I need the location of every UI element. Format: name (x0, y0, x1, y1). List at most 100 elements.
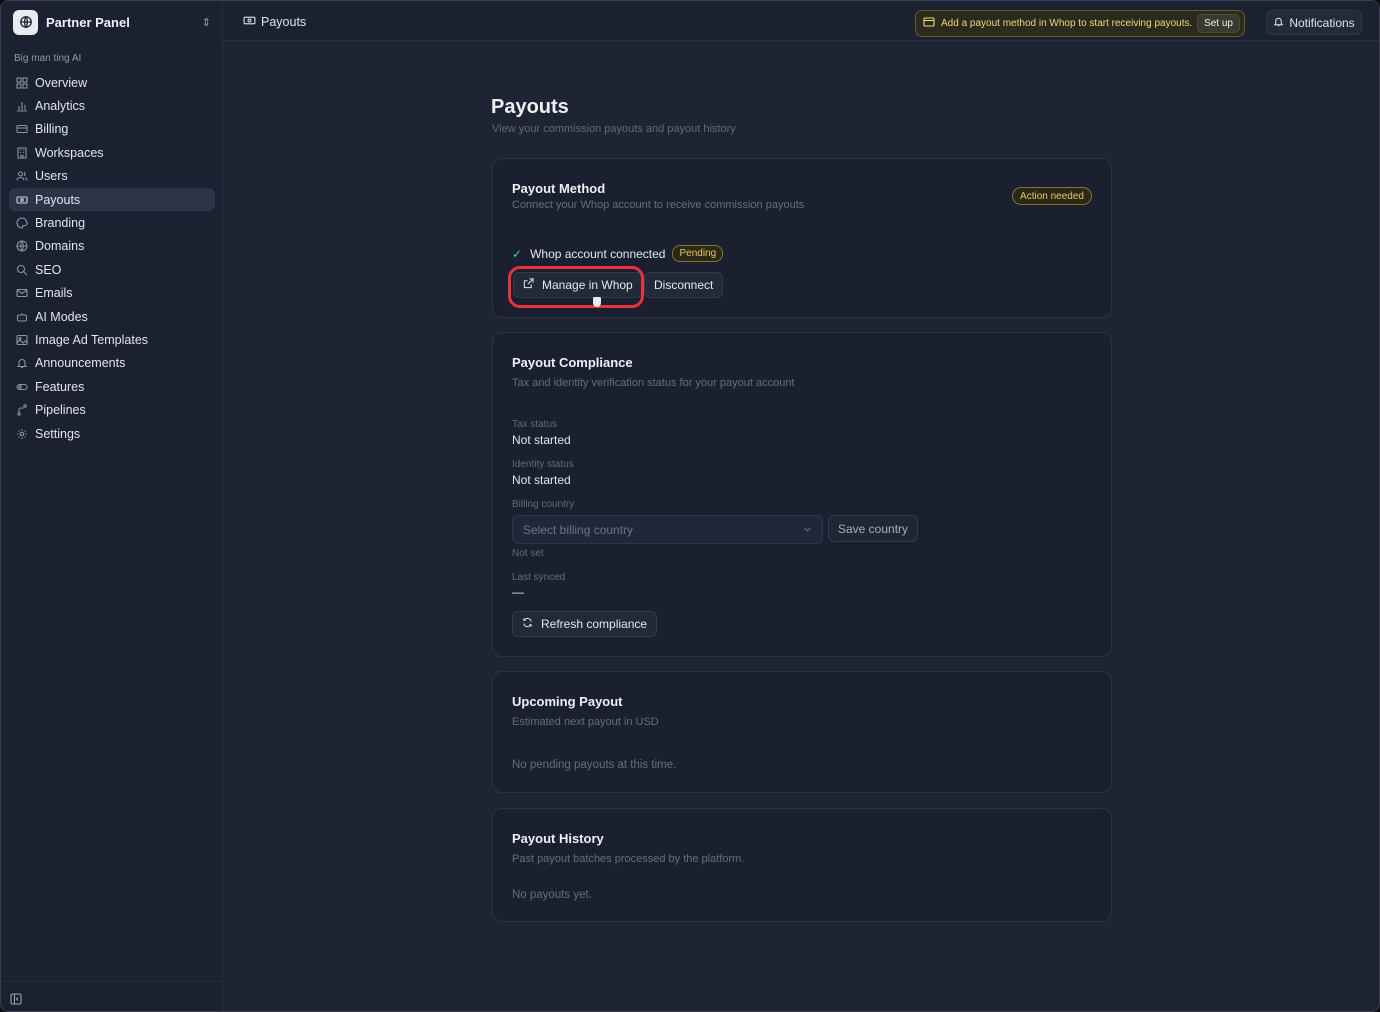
app-name: Partner Panel (46, 14, 130, 30)
sidebar-item-seo[interactable]: SEO (9, 258, 215, 281)
identity-status-label: Identity status (512, 459, 574, 470)
sidebar-item-label: Analytics (35, 99, 86, 114)
sidebar-item-label: Payouts (35, 192, 81, 207)
bell-icon (1273, 16, 1289, 30)
sidebar-item-label: Features (35, 379, 85, 394)
sidebar-nav: Overview Analytics Billing Workspaces Us… (9, 71, 215, 445)
empty-state-text: No pending payouts at this time. (512, 759, 677, 771)
sidebar-item-branding[interactable]: Branding (9, 211, 215, 234)
sidebar-group-label: Big man ting AI (14, 53, 82, 64)
sidebar-item-label: Announcements (35, 356, 126, 371)
sidebar-item-announcements[interactable]: Announcements (9, 352, 215, 375)
notifications-label: Notifications (1289, 15, 1355, 30)
breadcrumb-label: Payouts (261, 15, 307, 29)
panel-collapse-icon[interactable] (10, 993, 22, 1008)
sidebar-item-payouts[interactable]: Payouts (9, 187, 215, 212)
sidebar-item-label: SEO (35, 262, 62, 277)
last-synced-value: — (512, 585, 524, 599)
billing-country-placeholder: Select billing country (523, 522, 634, 537)
identity-status-value: Not started (512, 473, 571, 487)
connection-status-text: Whop account connected (530, 246, 666, 261)
pipeline-icon (15, 403, 29, 417)
payout-compliance-card: Payout Compliance Tax and identity verif… (492, 332, 1112, 657)
chevrons-up-down-icon: ⇕ (201, 16, 211, 29)
refresh-compliance-label: Refresh compliance (541, 617, 648, 631)
image-icon (15, 333, 29, 347)
sidebar-item-label: Domains (35, 239, 85, 254)
payout-history-card: Payout History Past payout batches proce… (492, 808, 1112, 922)
top-bar: Payouts Add a payout method in Whop to s… (223, 1, 1379, 41)
save-country-label: Save country (838, 521, 909, 536)
sidebar: Partner Panel ⇕ Big man ting AI Overview… (1, 1, 223, 1011)
sidebar-item-pipelines[interactable]: Pipelines (9, 398, 215, 421)
app-window: Partner Panel ⇕ Big man ting AI Overview… (0, 0, 1380, 1012)
sidebar-item-label: Emails (35, 286, 73, 301)
setup-button[interactable]: Set up (1197, 14, 1240, 33)
empty-state-text: No payouts yet. (512, 889, 592, 901)
bot-icon (15, 310, 29, 324)
billing-country-select[interactable]: Select billing country (512, 515, 823, 544)
mail-icon (15, 286, 29, 300)
pending-badge: Pending (672, 245, 724, 262)
sidebar-item-label: AI Modes (35, 309, 88, 324)
tax-status-label: Tax status (512, 419, 558, 430)
card-title: Payout Compliance (512, 355, 633, 370)
users-icon (15, 169, 29, 183)
sidebar-item-image-ad-templates[interactable]: Image Ad Templates (9, 328, 215, 351)
breadcrumb: Payouts (243, 14, 306, 30)
globe-icon (15, 239, 29, 253)
card-subtitle: Estimated next payout in USD (512, 716, 659, 728)
sidebar-item-label: Workspaces (35, 145, 104, 160)
disconnect-label: Disconnect (654, 278, 714, 292)
upcoming-payout-card: Upcoming Payout Estimated next payout in… (492, 671, 1112, 793)
payout-method-card: Payout Method Connect your Whop account … (492, 158, 1112, 318)
sidebar-item-label: Overview (35, 75, 88, 90)
card-subtitle: Tax and identity verification status for… (512, 377, 795, 389)
sidebar-item-label: Settings (35, 426, 81, 441)
mouse-cursor (593, 297, 601, 307)
notifications-button[interactable]: Notifications (1266, 10, 1362, 35)
gear-icon (15, 427, 29, 441)
sidebar-item-label: Pipelines (35, 403, 86, 418)
last-synced-label: Last synced (512, 572, 566, 583)
page-title: Payouts (491, 96, 569, 118)
disconnect-button[interactable]: Disconnect (644, 272, 724, 298)
sidebar-item-workspaces[interactable]: Workspaces (9, 141, 215, 164)
save-country-button[interactable]: Save country (828, 515, 919, 542)
sidebar-item-overview[interactable]: Overview (9, 71, 215, 94)
sidebar-item-label: Users (35, 169, 68, 184)
refresh-compliance-button[interactable]: Refresh compliance (512, 611, 658, 637)
card-title: Upcoming Payout (512, 694, 623, 709)
bell-icon (15, 356, 29, 370)
bar-chart-icon (15, 99, 29, 113)
tax-status-value: Not started (512, 433, 571, 447)
toggle-icon (15, 380, 29, 394)
check-icon: ✓ (512, 246, 523, 261)
action-needed-badge: Action needed (1012, 187, 1092, 205)
chevron-down-icon (803, 523, 812, 537)
sidebar-item-label: Branding (35, 216, 86, 231)
banknote-icon (243, 14, 261, 30)
credit-card-icon (15, 122, 29, 136)
search-icon (15, 263, 29, 277)
sidebar-item-settings[interactable]: Settings (9, 422, 215, 445)
grid-icon (15, 76, 29, 90)
sidebar-item-emails[interactable]: Emails (9, 282, 215, 305)
workspace-switcher[interactable]: Partner Panel ⇕ (9, 8, 215, 36)
sidebar-item-features[interactable]: Features (9, 375, 215, 398)
globe-logo-icon (13, 9, 38, 35)
sidebar-item-billing[interactable]: Billing (9, 118, 215, 141)
sidebar-item-ai-modes[interactable]: AI Modes (9, 305, 215, 328)
banknote-icon (923, 16, 935, 31)
palette-icon (15, 216, 29, 230)
sidebar-item-analytics[interactable]: Analytics (9, 94, 215, 117)
sidebar-item-domains[interactable]: Domains (9, 235, 215, 258)
billing-country-note: Not set (512, 548, 544, 559)
card-subtitle: Past payout batches processed by the pla… (512, 853, 745, 865)
page-subtitle: View your commission payouts and payout … (492, 123, 736, 135)
sidebar-footer (1, 981, 223, 1011)
sidebar-item-users[interactable]: Users (9, 165, 215, 188)
sidebar-item-label: Billing (35, 122, 69, 137)
refresh-icon (522, 617, 541, 631)
billing-country-label: Billing country (512, 499, 575, 510)
